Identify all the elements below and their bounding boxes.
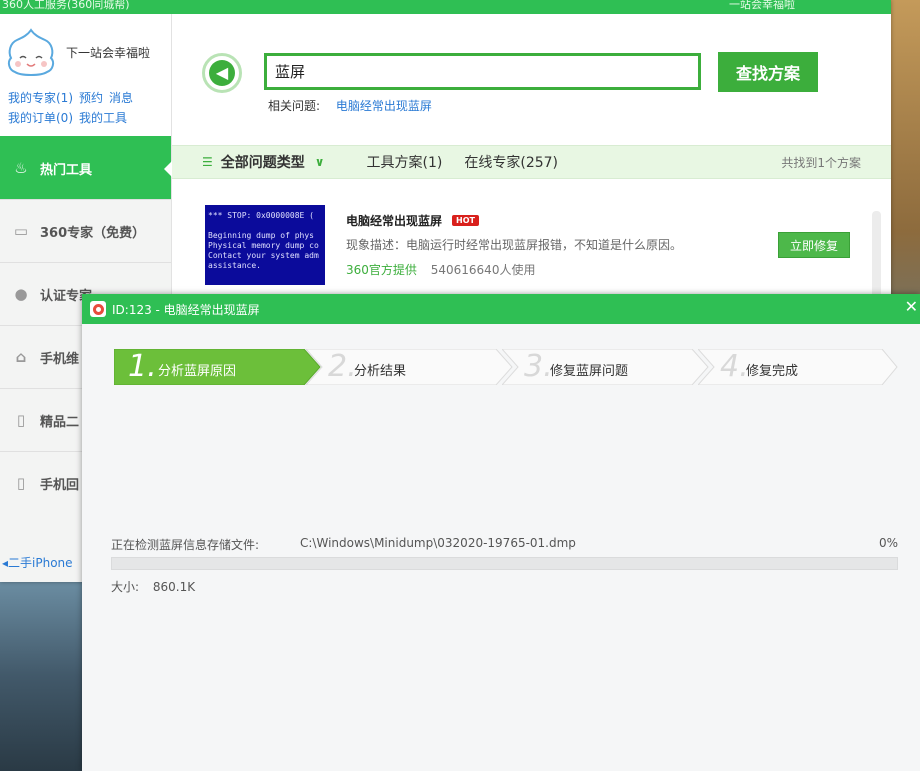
sidebar-item-label: 手机维	[40, 351, 80, 367]
desktop-background-left	[0, 580, 82, 771]
person-icon: ●	[14, 285, 28, 303]
result-description: 现象描述：电脑运行时经常出现蓝屏报错，不知道是什么原因。	[346, 238, 683, 252]
lifebuoy-icon	[90, 301, 106, 317]
step-4: 4. 修复完成	[698, 349, 898, 385]
my-orders-link[interactable]: 我的订单(0)	[8, 111, 73, 125]
main-titlebar[interactable]: 360人工服务(360同城帮) 一站会幸福啦	[0, 0, 891, 14]
window-title: 360人工服务(360同城帮)	[2, 0, 130, 11]
related-label: 相关问题:	[268, 99, 321, 113]
step-label: 分析结果	[354, 364, 407, 379]
bsod-thumbnail: *** STOP: 0x0000008E ( Beginning dump of…	[205, 205, 325, 285]
all-types-dropdown[interactable]: ☰ 全部问题类型 ∨	[202, 152, 325, 172]
phone-repair-icon: ⌂	[15, 348, 27, 366]
list-icon: ☰	[202, 155, 213, 169]
window-title-user[interactable]: 一站会幸福啦	[729, 0, 795, 10]
progress-bar	[111, 557, 898, 570]
step-number: 2.	[328, 349, 357, 384]
result-title[interactable]: 电脑经常出现蓝屏 HOT	[346, 212, 479, 229]
my-tools-link[interactable]: 我的工具	[79, 111, 127, 125]
step-label: 修复蓝屏问题	[550, 364, 629, 379]
sidebar-item-label: 热门工具	[40, 162, 93, 178]
close-icon[interactable]: ✕	[905, 297, 918, 316]
step-3: 3. 修复蓝屏问题	[502, 349, 710, 385]
tab-tools[interactable]: 工具方案(1)	[367, 152, 443, 172]
step-indicator: 1. 分析蓝屏原因 2. 分析结果 3. 修复蓝屏问题 4. 修复完成	[114, 349, 898, 385]
filter-bar: ☰ 全部问题类型 ∨ 工具方案(1) 在线专家(257) 共找到1个方案	[172, 145, 891, 179]
fix-now-button[interactable]: 立即修复	[778, 232, 850, 258]
messages-link[interactable]: 消息	[109, 91, 133, 105]
result-count: 共找到1个方案	[781, 155, 861, 170]
progress-percent: 0%	[878, 536, 898, 550]
avatar[interactable]	[5, 26, 57, 84]
step-number: 3.	[524, 349, 553, 384]
tab-online-experts[interactable]: 在线专家(257)	[464, 152, 558, 172]
status-label: 正在检测蓝屏信息存储文件:	[111, 538, 260, 552]
result-meta: 360官方提供 540616640人使用	[346, 261, 535, 278]
sidebar-item-label: 精品二	[40, 414, 80, 430]
size-value: 860.1K	[152, 580, 196, 594]
dialog-title: ID:123 - 电脑经常出现蓝屏	[112, 302, 260, 317]
user-name: 下一站会幸福啦	[66, 46, 151, 60]
back-arrow-icon: ◀	[209, 60, 235, 86]
search-input[interactable]	[264, 53, 701, 90]
status-row: 正在检测蓝屏信息存储文件: C:\Windows\Minidump\032020…	[111, 536, 898, 553]
step-number: 4.	[720, 349, 749, 384]
search-button[interactable]: 查找方案	[718, 52, 818, 92]
sidebar-item-hot-tools[interactable]: ♨ 热门工具	[0, 136, 172, 199]
size-row: 大小: 860.1K	[111, 578, 195, 595]
chevron-down-icon: ∨	[314, 155, 325, 169]
step-number: 1.	[128, 349, 157, 384]
size-label: 大小:	[111, 580, 140, 594]
repair-dialog: ID:123 - 电脑经常出现蓝屏 ✕ 1. 分析蓝屏原因 2. 分析结果 3.…	[82, 294, 920, 771]
hot-badge: HOT	[452, 215, 479, 226]
result-scrollbar[interactable]	[872, 211, 881, 301]
profile-links: 我的专家(1) 预约 消息 我的订单(0) 我的工具	[8, 88, 139, 128]
sidebar-item-label: 手机回	[40, 477, 80, 493]
appointment-link[interactable]: 预约	[79, 91, 103, 105]
file-path: C:\Windows\Minidump\032020-19765-01.dmp	[300, 536, 576, 550]
profile-panel: 下一站会幸福啦 我的专家(1) 预约 消息 我的订单(0) 我的工具	[0, 14, 171, 136]
related-questions: 相关问题: 电脑经常出现蓝屏	[268, 97, 432, 114]
my-experts-link[interactable]: 我的专家(1)	[8, 91, 73, 105]
step-1: 1. 分析蓝屏原因	[114, 349, 322, 385]
step-2: 2. 分析结果	[306, 349, 514, 385]
dialog-titlebar[interactable]: ID:123 - 电脑经常出现蓝屏 ✕	[82, 294, 920, 324]
related-link[interactable]: 电脑经常出现蓝屏	[336, 99, 432, 113]
monitor-icon: ▭	[13, 222, 29, 240]
phone-recycle-icon: ▯	[16, 474, 26, 492]
result-users: 540616640人使用	[430, 263, 536, 277]
phone-icon: ▯	[16, 411, 26, 429]
fire-icon: ♨	[14, 159, 28, 177]
step-label: 修复完成	[746, 364, 799, 379]
sidebar-footer-link[interactable]: ◂二手iPhone	[0, 554, 73, 571]
result-source: 360官方提供	[346, 263, 417, 277]
sidebar-item-360-expert[interactable]: ▭ 360专家（免费）	[0, 199, 171, 262]
result-item[interactable]: *** STOP: 0x0000008E ( Beginning dump of…	[172, 204, 891, 285]
step-label: 分析蓝屏原因	[158, 364, 237, 379]
sidebar-item-label: 360专家（免费）	[40, 225, 146, 241]
back-button[interactable]: ◀	[202, 53, 242, 93]
